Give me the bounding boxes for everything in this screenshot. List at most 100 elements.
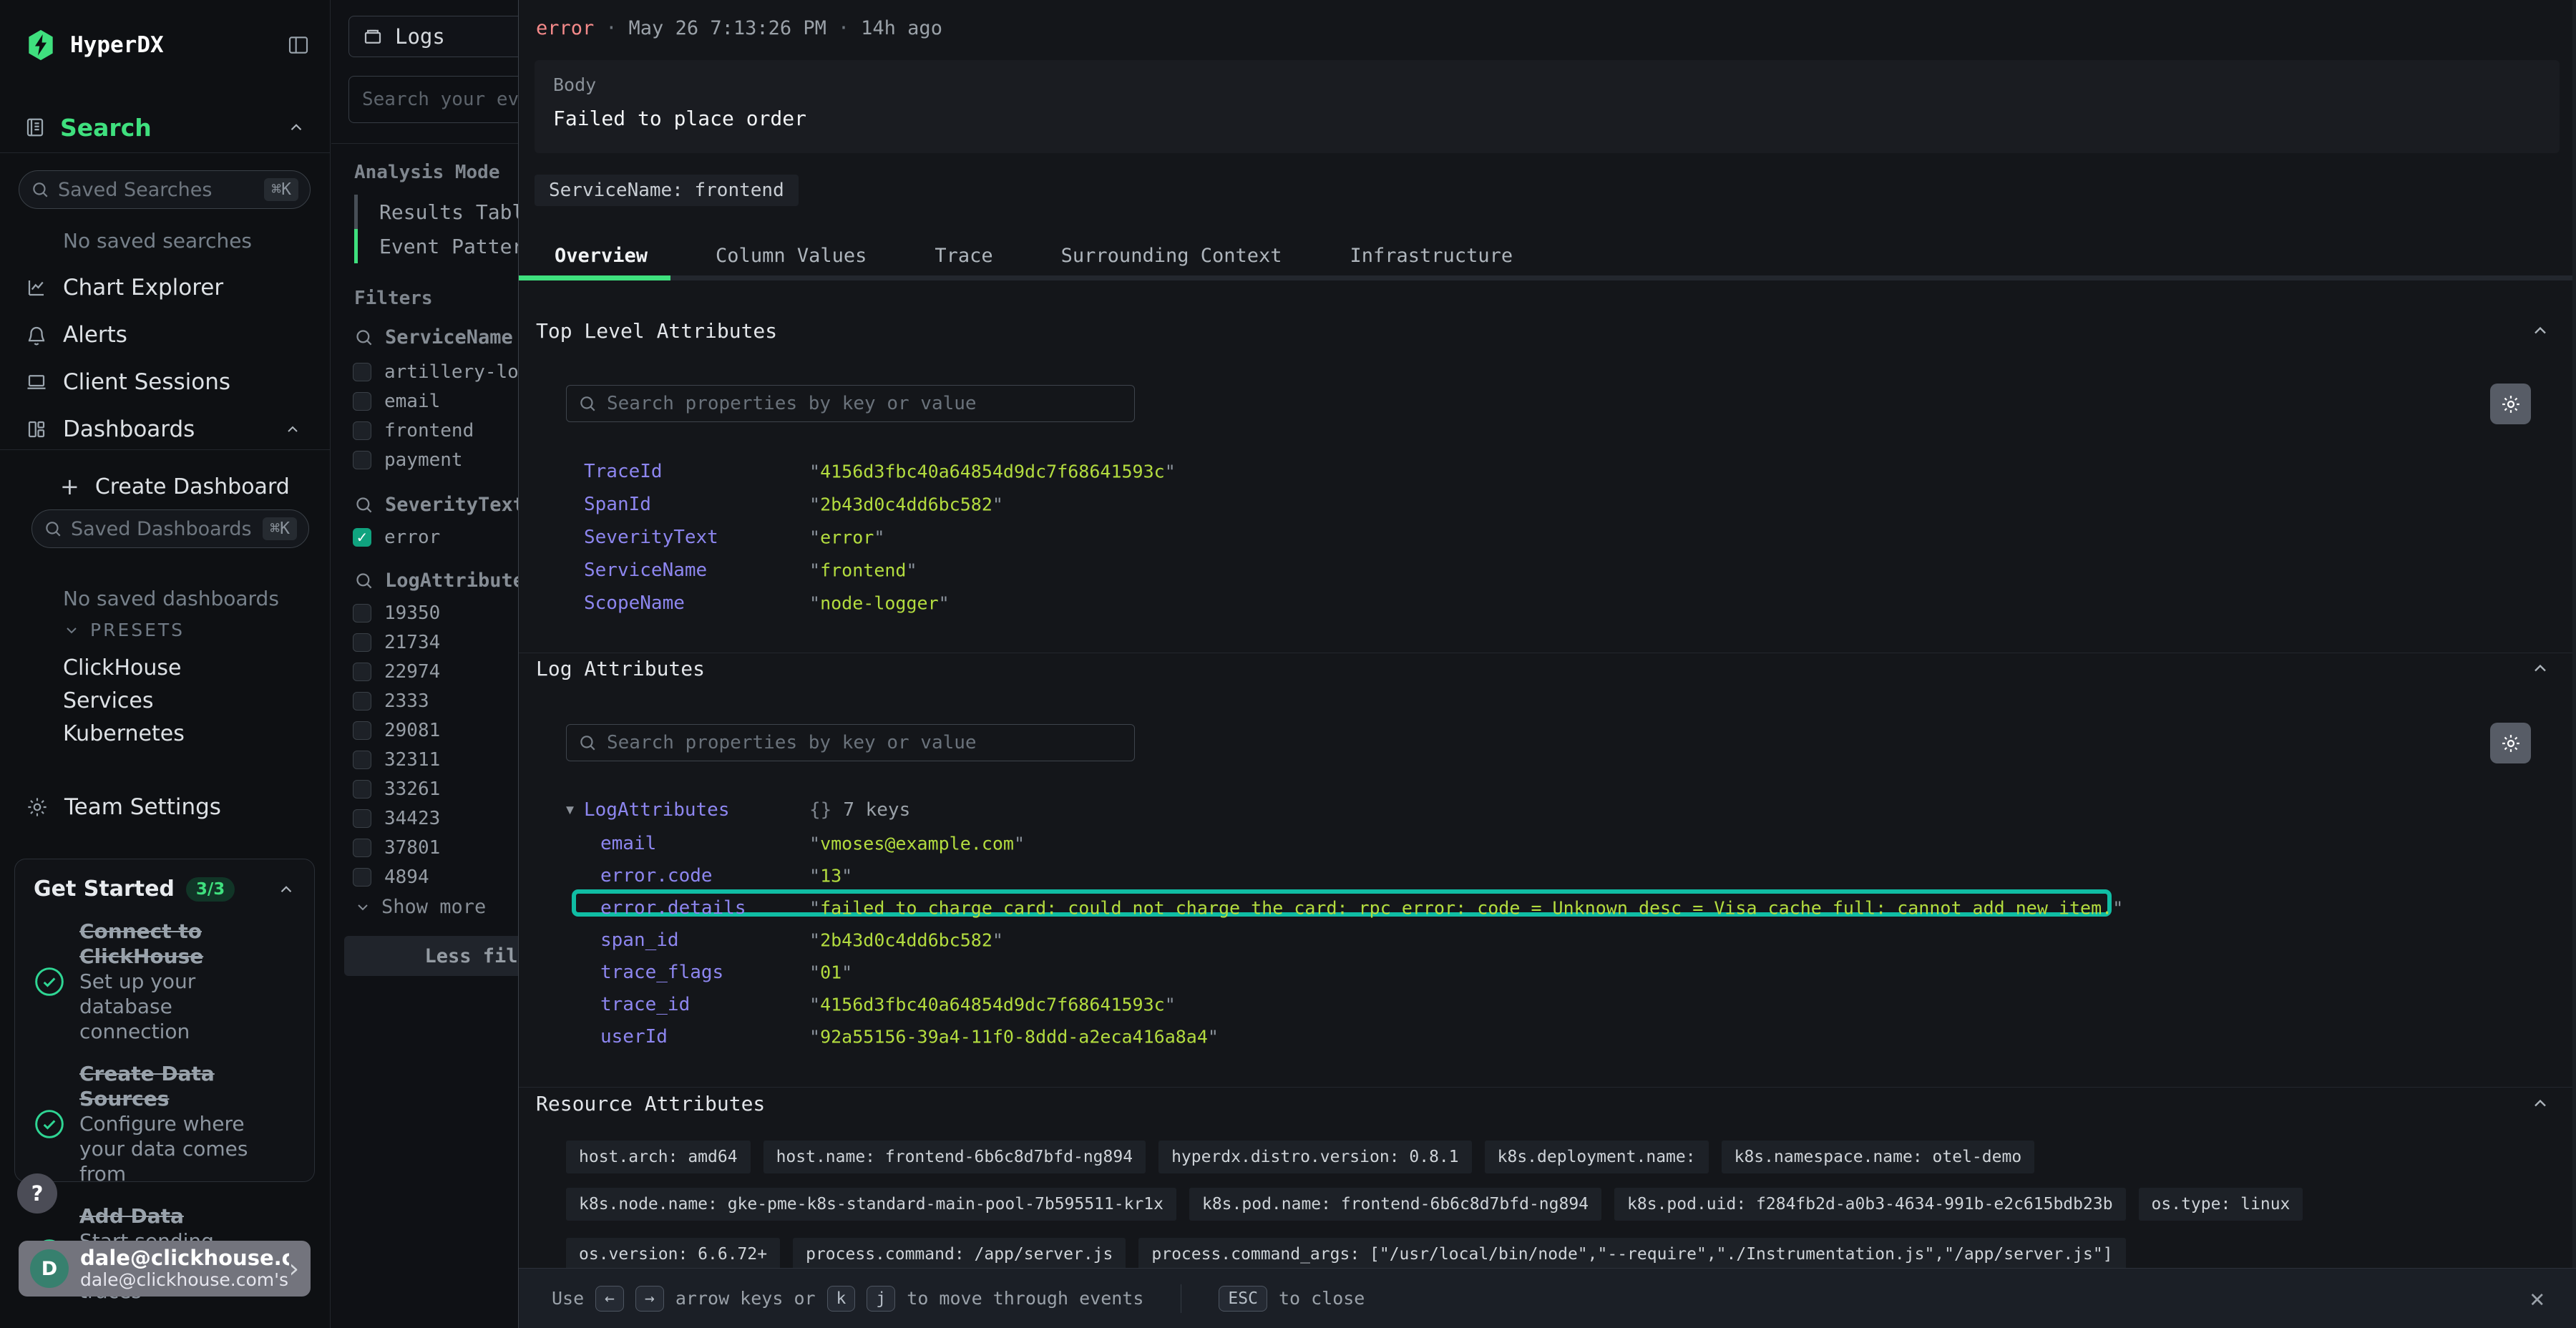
get-started-step-connect[interactable]: Connect to ClickHouse Set up your databa… [34,919,296,1044]
caret-down-icon[interactable]: ▾ [566,801,574,819]
filter-option[interactable]: 4894 [353,862,429,892]
scrollbar-track[interactable] [2572,0,2576,1328]
checkbox[interactable] [353,663,371,681]
chevron-up-icon[interactable] [287,118,306,137]
checkbox[interactable] [353,451,371,469]
filter-option[interactable]: frontend [353,416,474,445]
filter-option[interactable]: 2333 [353,686,429,716]
sidebar-item-client-sessions[interactable]: Client Sessions [0,365,330,399]
top-attrs-search-field[interactable] [607,393,1123,414]
filter-group-severitytext[interactable]: SeverityText [354,494,518,516]
checkbox[interactable] [353,604,371,622]
help-button[interactable]: ? [17,1173,57,1214]
checkbox[interactable] [353,839,371,857]
attr-key[interactable]: SeverityText [584,527,718,548]
checkbox[interactable] [353,780,371,799]
presets-toggle[interactable]: PRESETS [63,620,185,640]
saved-dashboards-input[interactable]: ⌘K [31,509,309,548]
events-search-input[interactable] [348,76,518,123]
tab-overview[interactable]: Overview [555,245,648,267]
checkbox[interactable] [353,421,371,440]
resource-tag[interactable]: k8s.namespace.name: otel-demo [1722,1141,2035,1173]
filter-option[interactable]: artillery-loadgen [353,357,518,386]
resource-tag[interactable]: host.name: frontend-6b6c8d7bfd-ng894 [763,1141,1146,1173]
attr-key[interactable]: error.code [600,865,713,887]
close-icon[interactable]: ✕ [2530,1284,2545,1313]
checkbox[interactable] [353,692,371,711]
attr-key[interactable]: LogAttributes [584,799,730,821]
resource-tag[interactable]: os.type: linux [2139,1188,2303,1221]
create-dashboard-button[interactable]: + Create Dashboard [0,469,330,504]
attr-key[interactable]: userId [600,1026,668,1048]
resource-tag[interactable]: process.command_args: ["/usr/local/bin/n… [1138,1238,2125,1271]
less-filters-button[interactable]: Less filters [344,936,518,976]
resource-tag[interactable]: k8s.pod.uid: f284fb2d-a0b3-4634-991b-e2c… [1614,1188,2126,1221]
top-attrs-settings-button[interactable] [2490,384,2531,424]
chevron-up-icon[interactable] [2530,1093,2550,1113]
saved-searches-input[interactable]: ⌘K [19,170,311,209]
attr-key[interactable]: trace_id [600,994,690,1015]
log-attrs-settings-button[interactable] [2490,723,2531,763]
tab-trace[interactable]: Trace [935,245,992,267]
filter-option[interactable]: 37801 [353,833,440,862]
resource-tag[interactable]: k8s.pod.name: frontend-6b6c8d7bfd-ng894 [1189,1188,1601,1221]
attr-key[interactable]: ScopeName [584,592,685,614]
filter-option[interactable]: email [353,386,440,416]
attr-key[interactable]: TraceId [584,461,663,482]
servicename-chip[interactable]: ServiceName: frontend [535,175,799,206]
sidebar-item-services[interactable]: Services [63,688,154,713]
sidebar-item-team-settings[interactable]: Team Settings [0,790,330,824]
show-more-button[interactable]: Show more [354,896,486,918]
sidebar-collapse-icon[interactable] [287,34,310,57]
source-select[interactable]: Logs [348,16,518,57]
checkbox[interactable] [353,392,371,411]
resource-tag[interactable]: host.arch: amd64 [566,1141,751,1173]
resource-tag[interactable]: process.command: /app/server.js [793,1238,1126,1271]
sidebar-item-kubernetes[interactable]: Kubernetes [63,721,185,746]
resource-tag[interactable]: k8s.node.name: gke-pme-k8s-standard-main… [566,1188,1176,1221]
checkbox[interactable] [353,721,371,740]
get-started-step-sources[interactable]: Create Data Sources Configure where your… [34,1061,296,1186]
sidebar-item-dashboards[interactable]: Dashboards [0,412,330,446]
checkbox[interactable] [353,868,371,887]
top-attrs-search-input[interactable] [566,385,1135,422]
filter-group-logattributes[interactable]: LogAttributes [354,570,518,592]
chevron-up-icon[interactable] [284,421,301,438]
checkbox[interactable] [353,751,371,769]
checkbox-checked[interactable] [353,528,371,547]
resource-tag[interactable]: os.version: 6.6.72+ [566,1238,780,1271]
resource-tag[interactable]: k8s.deployment.name: [1485,1141,1709,1173]
tree-root-row[interactable]: ▾ LogAttributes {} 7 keys [519,793,2576,827]
filter-option[interactable]: 34423 [353,804,440,833]
log-attrs-search-field[interactable] [607,732,1123,753]
attr-key[interactable]: ServiceName [584,560,707,581]
tab-column-values[interactable]: Column Values [716,245,867,267]
attr-key[interactable]: SpanId [584,494,651,515]
checkbox[interactable] [353,363,371,381]
filter-option[interactable]: 32311 [353,745,440,774]
tab-infrastructure[interactable]: Infrastructure [1350,245,1513,267]
sidebar-item-clickhouse[interactable]: ClickHouse [63,655,182,680]
filter-option[interactable]: 19350 [353,598,440,628]
checkbox[interactable] [353,809,371,828]
user-badge[interactable]: D dale@clickhouse.com dale@clickhouse.co… [19,1241,311,1297]
sidebar-item-chart-explorer[interactable]: Chart Explorer [0,270,330,305]
filter-option[interactable]: payment [353,445,463,474]
resource-tag[interactable]: hyperdx.distro.version: 0.8.1 [1158,1141,1472,1173]
filter-option[interactable]: 21734 [353,628,440,657]
chevron-up-icon[interactable] [2530,321,2550,341]
tab-surrounding-context[interactable]: Surrounding Context [1061,245,1282,267]
filter-option[interactable]: 29081 [353,716,440,745]
saved-searches-field[interactable] [58,179,264,201]
log-attrs-search-input[interactable] [566,724,1135,761]
sidebar-item-alerts[interactable]: Alerts [0,318,330,352]
attr-key[interactable]: trace_flags [600,962,723,983]
filter-group-servicename[interactable]: ServiceName [354,326,513,348]
sidebar-item-search[interactable]: Search [24,112,306,143]
saved-dashboards-field[interactable] [71,518,263,540]
attr-key[interactable]: email [600,833,656,854]
get-started-header[interactable]: Get Started 3/3 [34,877,296,902]
filter-option[interactable]: 22974 [353,657,440,686]
checkbox[interactable] [353,633,371,652]
attr-key[interactable]: span_id [600,929,679,951]
